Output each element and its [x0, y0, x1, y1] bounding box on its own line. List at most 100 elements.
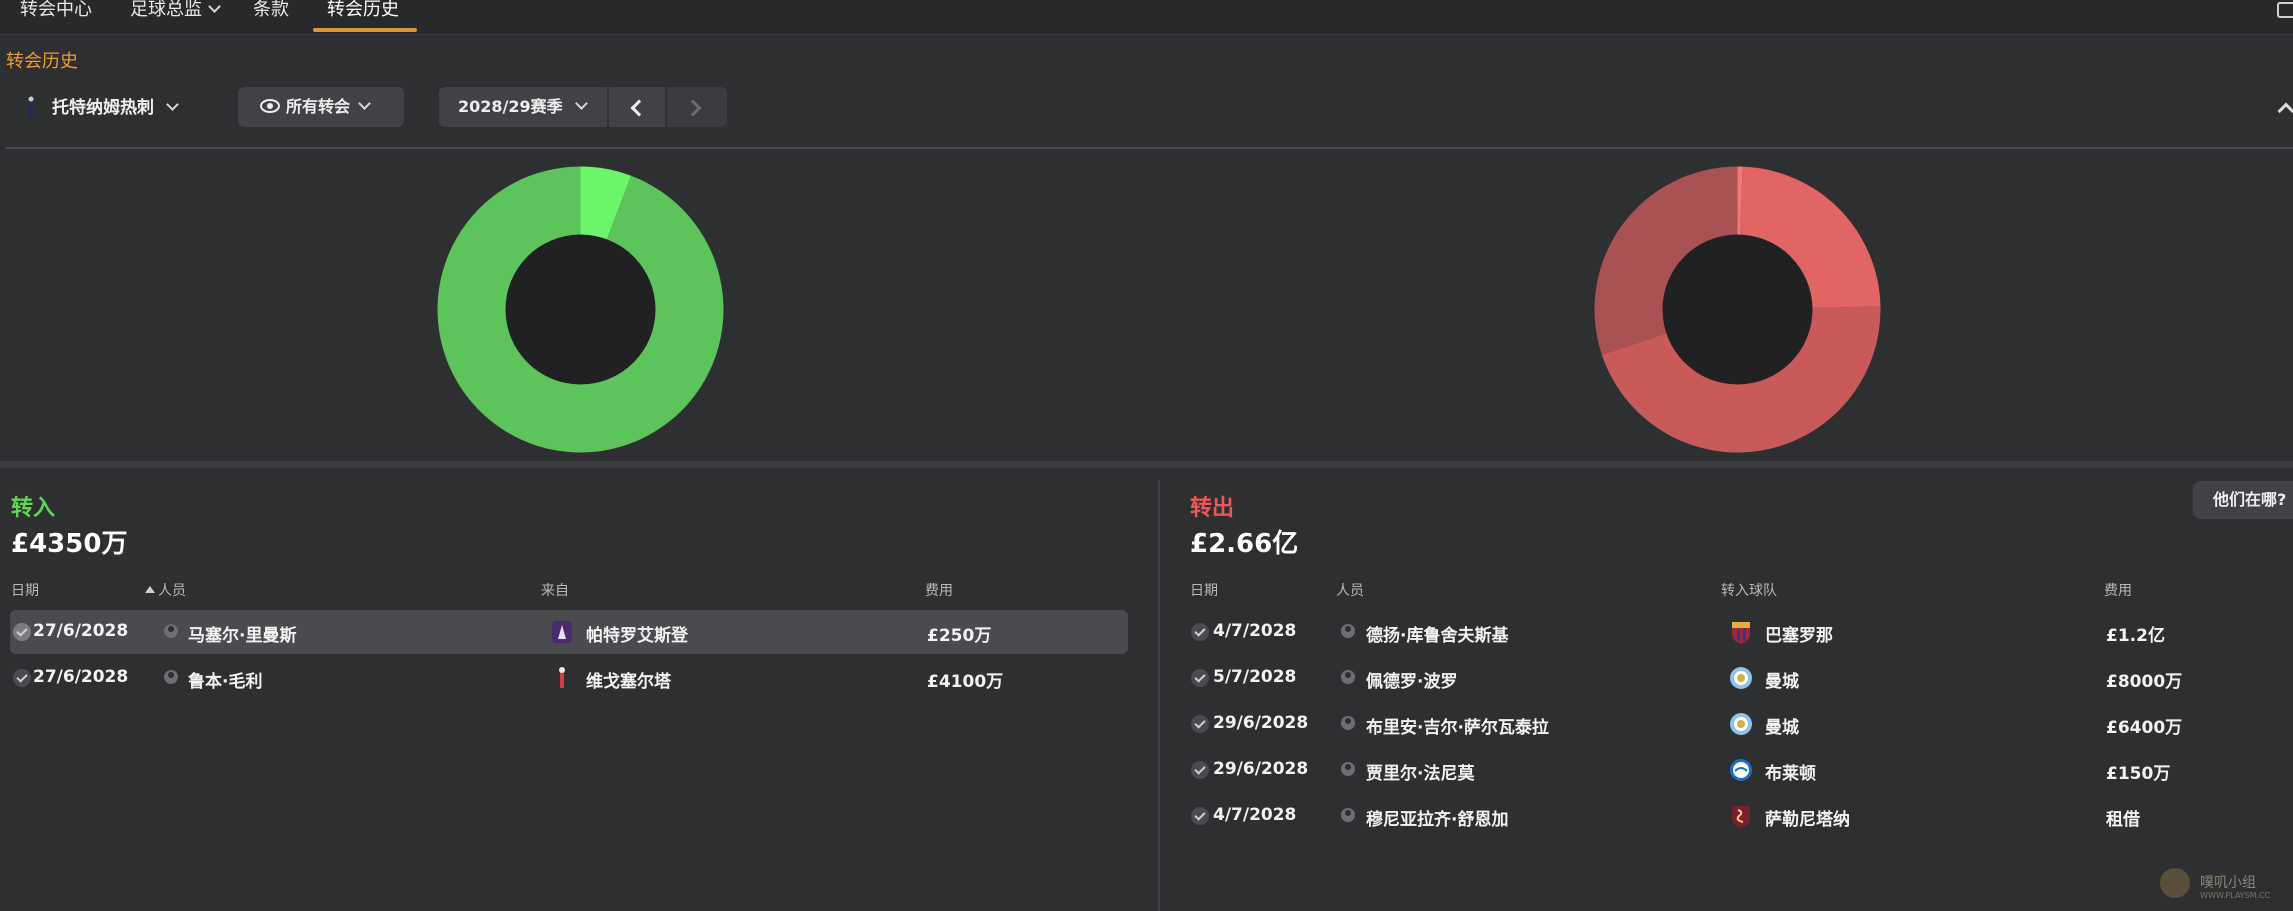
club-badge-icon — [1730, 759, 1752, 781]
transfer-fee: £6400万 — [2106, 718, 2183, 738]
column-divider — [1158, 480, 1160, 911]
divider — [6, 147, 2293, 149]
club-name[interactable]: 萨勒尼塔纳 — [1765, 805, 1850, 830]
column-header-person[interactable]: 人员 — [1336, 580, 1364, 600]
table-row[interactable]: 27/6/2028 鲁本·毛利 维戈塞尔塔 £4100万 — [10, 656, 1128, 700]
section-divider — [0, 461, 2293, 468]
transfer-date: 29/6/2028 — [1213, 759, 1309, 779]
club-name[interactable]: 布莱顿 — [1765, 759, 1816, 784]
tab-clauses[interactable]: 条款 — [253, 0, 289, 32]
column-header-to-club[interactable]: 转入球队 — [1721, 580, 1777, 600]
player-name[interactable]: 布里安·吉尔·萨尔瓦泰拉 — [1366, 713, 1549, 738]
donut-hole — [505, 234, 656, 385]
tab-transfer-centre[interactable]: 转会中心 — [20, 0, 92, 32]
view-filter-label: 所有转会 — [286, 97, 351, 116]
player-name[interactable]: 鲁本·毛利 — [188, 667, 262, 692]
club-badge-icon — [1730, 713, 1752, 735]
lock-icon[interactable] — [2277, 2, 2293, 18]
player-name[interactable]: 穆尼亚拉齐·舒恩加 — [1366, 805, 1508, 830]
club-name[interactable]: 曼城 — [1765, 667, 1799, 692]
transfer-date: 5/7/2028 — [1213, 667, 1297, 687]
chevron-left-icon — [630, 99, 648, 117]
checkmark-icon — [13, 669, 31, 687]
tab-label: 转会中心 — [20, 0, 92, 20]
outgoing-label: 转出 — [1190, 496, 1235, 521]
club-name[interactable]: 巴塞罗那 — [1765, 621, 1833, 646]
table-row[interactable]: 29/6/2028 布里安·吉尔·萨尔瓦泰拉 曼城 £6400万 — [1188, 702, 2293, 746]
table-row[interactable]: 5/7/2028 佩德罗·波罗 曼城 £8000万 — [1188, 656, 2293, 700]
incoming-total: £4350万 — [11, 529, 128, 559]
person-icon — [1341, 716, 1355, 730]
chevron-down-icon — [166, 98, 179, 111]
header-label: 人员 — [1336, 583, 1364, 599]
watermark-url: WWW.PLAYSM.CC — [2200, 891, 2271, 900]
incoming-label: 转入 — [11, 496, 56, 521]
chevron-right-icon — [684, 99, 702, 117]
club-badge-icon — [1732, 622, 1750, 644]
club-name[interactable]: 帕特罗艾斯登 — [586, 621, 688, 646]
person-icon — [1341, 762, 1355, 776]
player-name[interactable]: 马塞尔·里曼斯 — [188, 621, 296, 646]
club-badge-icon — [552, 621, 572, 643]
club-badge-icon — [559, 667, 565, 688]
transfer-fee: £4100万 — [927, 672, 1004, 692]
player-name[interactable]: 贾里尔·法尼莫 — [1366, 759, 1474, 784]
transfer-date: 4/7/2028 — [1213, 805, 1297, 825]
column-header-person[interactable]: 人员 — [145, 580, 186, 600]
person-icon — [164, 670, 178, 684]
outgoing-total: £2.66亿 — [1190, 529, 1299, 559]
header-label: 费用 — [925, 583, 953, 599]
season-label: 2028/29赛季 — [458, 97, 563, 116]
chevron-down-icon — [208, 0, 221, 13]
checkmark-icon — [1191, 715, 1209, 733]
club-name[interactable]: 曼城 — [1765, 713, 1799, 738]
tab-label: 转会历史 — [327, 0, 399, 20]
tab-director-of-football[interactable]: 足球总监 — [130, 0, 221, 32]
header-label: 日期 — [1190, 583, 1218, 599]
player-name[interactable]: 佩德罗·波罗 — [1366, 667, 1457, 692]
transfer-date: 27/6/2028 — [33, 621, 129, 641]
eye-icon — [260, 98, 280, 113]
header-label: 人员 — [158, 583, 186, 599]
club-crest-icon — [27, 96, 35, 120]
season-dropdown[interactable]: 2028/29赛季 — [439, 87, 607, 127]
view-filter-dropdown[interactable]: 所有转会 — [238, 87, 404, 127]
column-header-from[interactable]: 来自 — [541, 580, 569, 600]
person-icon — [1341, 670, 1355, 684]
transfer-fee: 租借 — [2106, 810, 2140, 830]
table-row[interactable]: 27/6/2028 马塞尔·里曼斯 帕特罗艾斯登 £250万 — [10, 610, 1128, 654]
transfer-fee: £1.2亿 — [2106, 626, 2165, 646]
table-row[interactable]: 4/7/2028 德扬·库鲁舍夫斯基 巴塞罗那 £1.2亿 — [1188, 610, 2293, 654]
column-header-fee[interactable]: 费用 — [2104, 580, 2132, 600]
checkmark-icon — [1191, 669, 1209, 687]
header-label: 来自 — [541, 583, 569, 599]
tab-label: 足球总监 — [130, 0, 202, 20]
club-name: 托特纳姆热刺 — [52, 98, 154, 118]
table-row[interactable]: 29/6/2028 贾里尔·法尼莫 布莱顿 £150万 — [1188, 748, 2293, 792]
transfer-date: 4/7/2028 — [1213, 621, 1297, 641]
page-title: 转会历史 — [6, 51, 78, 72]
transfer-fee: £150万 — [2106, 764, 2171, 784]
person-icon — [1341, 808, 1355, 822]
header-label: 日期 — [11, 583, 39, 599]
club-selector[interactable]: 托特纳姆热刺 — [24, 93, 179, 123]
club-name[interactable]: 维戈塞尔塔 — [586, 667, 671, 692]
club-badge-icon — [1732, 806, 1750, 828]
column-header-date[interactable]: 日期 — [11, 580, 39, 600]
checkmark-icon — [13, 623, 31, 641]
column-header-fee[interactable]: 费用 — [925, 580, 953, 600]
next-season-button[interactable] — [667, 87, 727, 127]
previous-season-button[interactable] — [609, 87, 665, 127]
checkmark-icon — [1191, 807, 1209, 825]
club-badge-icon — [1730, 667, 1752, 689]
header-label: 转入球队 — [1721, 583, 1777, 599]
player-name[interactable]: 德扬·库鲁舍夫斯基 — [1366, 621, 1508, 646]
table-row[interactable]: 4/7/2028 穆尼亚拉齐·舒恩加 萨勒尼塔纳 租借 — [1188, 794, 2293, 838]
outgoing-donut-chart — [1594, 166, 1881, 453]
chevron-up-icon[interactable] — [2277, 102, 2293, 120]
sort-ascending-icon — [145, 586, 155, 593]
person-icon — [164, 624, 178, 638]
column-header-date[interactable]: 日期 — [1190, 580, 1218, 600]
where-are-they-button[interactable]: 他们在哪? — [2193, 481, 2293, 519]
checkmark-icon — [1191, 761, 1209, 779]
